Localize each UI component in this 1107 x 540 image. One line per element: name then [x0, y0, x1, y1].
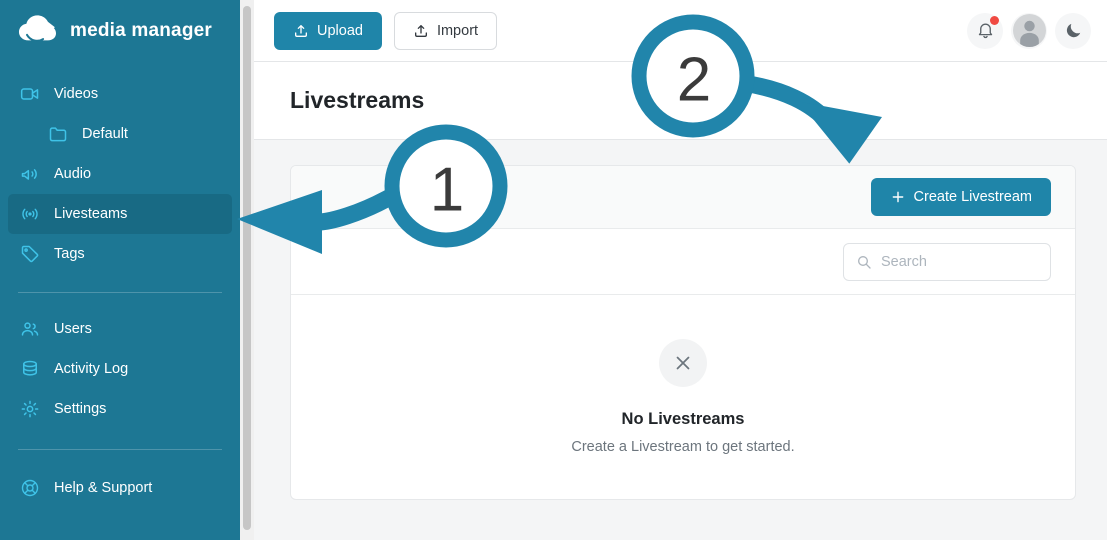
top-toolbar: Upload Import — [254, 0, 1107, 62]
empty-state: No Livestreams Create a Livestream to ge… — [291, 295, 1075, 499]
upload-button-label: Upload — [317, 22, 363, 39]
upload-icon — [293, 23, 309, 39]
sidebar-divider-2 — [18, 449, 222, 450]
search-input[interactable] — [881, 253, 1038, 270]
sidebar-item-label: Default — [82, 126, 128, 142]
brand-name: media manager — [70, 20, 212, 41]
broadcast-icon — [20, 204, 40, 224]
page-title-bar: Livestreams — [254, 62, 1107, 140]
create-livestream-label: Create Livestream — [913, 189, 1032, 205]
sidebar-item-tags[interactable]: Tags — [8, 234, 232, 274]
x-close-icon — [676, 356, 690, 370]
tag-icon — [20, 244, 40, 264]
content-area: Create Livestream Search No Livestreams … — [254, 140, 1107, 540]
upload-icon — [413, 23, 429, 39]
content-scrollbar[interactable] — [240, 0, 254, 540]
sidebar-item-label: Videos — [54, 86, 99, 102]
empty-state-subtitle: Create a Livestream to get started. — [571, 439, 795, 455]
notification-badge — [990, 15, 999, 25]
folder-icon — [48, 124, 68, 144]
video-camera-icon — [20, 84, 40, 104]
create-livestream-button[interactable]: Create Livestream — [870, 178, 1051, 216]
brand-logo-area[interactable]: media manager — [0, 0, 240, 62]
empty-state-title: No Livestreams — [621, 410, 745, 428]
theme-toggle-button[interactable] — [1055, 12, 1091, 49]
scrollbar-thumb[interactable] — [243, 6, 251, 530]
lifebuoy-icon — [20, 478, 40, 498]
sidebar-item-label: Activity Log — [54, 361, 129, 377]
main-area: Upload Import Livestreams Create Livestr… — [254, 0, 1107, 540]
users-icon — [20, 319, 40, 339]
sidebar-item-label: Livesteams — [54, 206, 128, 222]
sidebar-item-videos[interactable]: Videos — [8, 74, 232, 114]
sidebar-item-activity-log[interactable]: Activity Log — [8, 349, 232, 389]
search-icon — [856, 254, 872, 270]
empty-state-icon-wrap — [659, 339, 707, 387]
sidebar-item-label: Help & Support — [54, 480, 153, 496]
user-avatar-button[interactable] — [1011, 12, 1047, 49]
sidebar-item-label: Tags — [54, 246, 85, 262]
sidebar-divider-1 — [18, 292, 222, 293]
page-title: Livestreams — [290, 87, 425, 113]
livestreams-panel: Create Livestream Search No Livestreams … — [290, 165, 1076, 500]
avatar — [1012, 14, 1046, 47]
sidebar-item-label: Users — [54, 321, 92, 337]
sidebar-item-label: Settings — [54, 401, 107, 417]
sidebar-item-livesteams[interactable]: Livesteams — [8, 194, 232, 234]
sidebar-item-default[interactable]: Default — [8, 114, 232, 154]
database-icon — [20, 359, 40, 379]
speaker-icon — [20, 164, 40, 184]
import-button[interactable]: Import — [393, 11, 498, 50]
import-button-label: Import — [436, 22, 479, 39]
gear-icon — [20, 399, 40, 419]
upload-button[interactable]: Upload — [274, 11, 382, 50]
sidebar-item-help-support[interactable]: Help & Support — [8, 468, 232, 508]
notifications-button[interactable] — [967, 12, 1003, 49]
sidebar-item-audio[interactable]: Audio — [8, 154, 232, 194]
cloud-upload-logo-icon — [16, 12, 60, 50]
plus-icon — [890, 189, 906, 205]
panel-search-row — [291, 229, 1075, 295]
sidebar-item-settings[interactable]: Settings — [8, 389, 232, 429]
panel-header: Create Livestream — [291, 166, 1075, 229]
moon-icon — [1064, 21, 1083, 40]
search-box[interactable] — [843, 242, 1051, 281]
sidebar-nav: Videos Default Audio Livesteams Tags Use… — [0, 62, 240, 508]
sidebar: media manager Videos Default Audio Lives… — [0, 0, 240, 540]
sidebar-item-users[interactable]: Users — [8, 309, 232, 349]
sidebar-item-label: Audio — [54, 166, 92, 182]
toolbar-right-actions — [967, 12, 1091, 49]
application-window: media manager Videos Default Audio Lives… — [0, 0, 1107, 540]
